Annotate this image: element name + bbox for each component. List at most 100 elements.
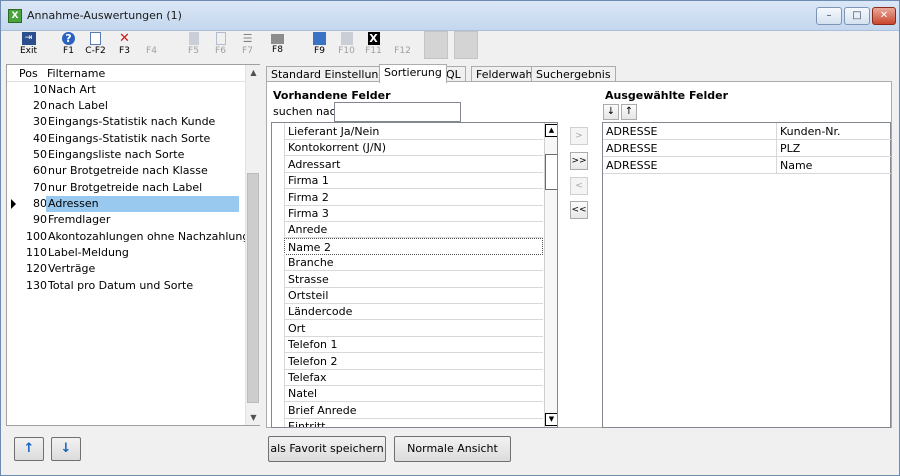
- toolbar-empty-slot: [424, 31, 448, 59]
- available-fields-scrollbar[interactable]: ▲ ▼: [544, 123, 557, 427]
- filter-row[interactable]: 90 Fremdlager: [7, 212, 247, 228]
- field-item[interactable]: Brief Anrede: [284, 402, 543, 419]
- scroll-down-arrow-icon[interactable]: ▼: [545, 413, 557, 426]
- screen-icon: [313, 32, 326, 45]
- available-fields-heading: Vorhandene Felder: [273, 89, 391, 102]
- field-item[interactable]: Kontokorrent (J/N): [284, 139, 543, 156]
- filter-row[interactable]: 60 nur Brotgetreide nach Klasse: [7, 163, 247, 179]
- move-filter-down-button[interactable]: ↓: [51, 437, 81, 461]
- cf2-new-button[interactable]: C-F2: [83, 31, 108, 59]
- filter-row[interactable]: 100 Akontozahlungen ohne Nachzahlung: [7, 229, 249, 245]
- f3-delete-button[interactable]: ✕ F3: [112, 31, 137, 59]
- filter-row[interactable]: 20 nach Label: [7, 98, 247, 114]
- save-favorite-button[interactable]: als Favorit speichern: [268, 436, 386, 462]
- field-item[interactable]: Telefax: [284, 369, 543, 386]
- field-item[interactable]: Telefon 2: [284, 353, 543, 370]
- current-row-marker-icon: [11, 199, 16, 209]
- remove-field-button[interactable]: <: [570, 177, 588, 195]
- window-title: Annahme-Auswertungen (1): [27, 9, 182, 22]
- selected-field-row[interactable]: ADRESSE PLZ: [603, 140, 891, 157]
- field-item[interactable]: Ortsteil: [284, 287, 543, 304]
- new-document-icon: [90, 32, 101, 45]
- f8-print-button[interactable]: F8: [265, 31, 290, 59]
- selected-field-row[interactable]: ADRESSE Name: [603, 157, 891, 174]
- f4-button[interactable]: F4: [139, 31, 164, 59]
- filter-row[interactable]: 10 Nach Art: [7, 82, 247, 98]
- f10-export-button[interactable]: F10: [334, 31, 359, 59]
- field-item[interactable]: Firma 3: [284, 205, 543, 222]
- filter-row[interactable]: 110 Label-Meldung: [7, 245, 247, 261]
- hand-icon: [188, 32, 199, 45]
- field-item[interactable]: Ländercode: [284, 303, 543, 320]
- field-item-focused[interactable]: Name 2: [284, 238, 543, 255]
- add-field-button[interactable]: >: [570, 127, 588, 145]
- sortierung-panel: Vorhandene Felder suchen nach: Lieferant…: [266, 81, 892, 428]
- field-item[interactable]: Ort: [284, 320, 543, 337]
- field-item[interactable]: Firma 1: [284, 172, 543, 189]
- filter-row-selected[interactable]: 80 Adressen: [7, 196, 247, 212]
- f1-help-button[interactable]: ? F1: [56, 31, 81, 59]
- scroll-thumb[interactable]: [545, 154, 557, 190]
- filter-row[interactable]: 50 Eingangsliste nach Sorte: [7, 147, 247, 163]
- scroll-thumb[interactable]: [247, 173, 259, 403]
- scroll-down-arrow-icon[interactable]: ▼: [246, 410, 261, 425]
- tab-sortierung[interactable]: Sortierung: [379, 64, 447, 83]
- export-icon: [340, 32, 353, 45]
- scroll-up-arrow-icon[interactable]: ▲: [545, 124, 557, 137]
- print-icon: [271, 34, 284, 44]
- footer-bar: ↑ ↓ als Favorit speichern Normale Ansich…: [1, 429, 899, 475]
- toolbar-empty-slot: [454, 31, 478, 59]
- blank-icon: [396, 32, 410, 45]
- move-filter-up-button[interactable]: ↑: [14, 437, 44, 461]
- field-item[interactable]: Branche: [284, 254, 543, 271]
- filter-row[interactable]: 30 Eingangs-Statistik nach Kunde: [7, 114, 247, 130]
- remove-all-fields-button[interactable]: <<: [570, 201, 588, 219]
- field-item[interactable]: Eintritt: [284, 418, 543, 427]
- field-item[interactable]: Firma 2: [284, 189, 543, 206]
- normal-view-button[interactable]: Normale Ansicht: [394, 436, 511, 462]
- exit-button[interactable]: ⇥ Exit: [16, 31, 41, 59]
- filter-list[interactable]: Pos Filtername 10 Nach Art 20 nach Label 3…: [6, 64, 260, 426]
- app-logo-icon: X: [8, 9, 22, 23]
- search-input[interactable]: [334, 102, 461, 122]
- filter-row[interactable]: 120 Verträge: [7, 261, 247, 277]
- minimize-button[interactable]: –: [816, 7, 842, 25]
- selected-fields-heading: Ausgewählte Felder: [605, 89, 729, 102]
- filter-row[interactable]: 40 Eingangs-Statistik nach Sorte: [7, 131, 247, 147]
- delete-icon: ✕: [119, 31, 130, 46]
- add-all-fields-button[interactable]: >>: [570, 152, 588, 170]
- help-icon: ?: [62, 32, 75, 45]
- list-icon: ☰: [242, 32, 253, 45]
- f5-button[interactable]: F5: [181, 31, 206, 59]
- field-item[interactable]: Telefon 1: [284, 336, 543, 353]
- field-item[interactable]: Lieferant Ja/Nein: [284, 123, 543, 140]
- title-bar: X Annahme-Auswertungen (1) – □ ✕: [1, 1, 899, 31]
- f12-button[interactable]: F12: [390, 31, 415, 59]
- selected-field-row[interactable]: ADRESSE Kunden-Nr.: [603, 123, 891, 140]
- blank-icon: [145, 32, 159, 45]
- filter-row[interactable]: 70 nur Brotgetreide nach Label: [7, 180, 247, 196]
- field-item[interactable]: Natel: [284, 385, 543, 402]
- move-up-button[interactable]: ↑: [621, 104, 637, 120]
- f11-excel-button[interactable]: X F11: [361, 31, 386, 59]
- tab-suchergebnis[interactable]: Suchergebnis: [531, 66, 616, 82]
- f6-copy-button[interactable]: F6: [208, 31, 233, 59]
- close-button[interactable]: ✕: [872, 7, 896, 25]
- f7-list-button[interactable]: ☰ F7: [235, 31, 260, 59]
- column-header-filtername[interactable]: Filtername: [47, 67, 105, 80]
- door-exit-icon: ⇥: [21, 32, 36, 45]
- column-header-pos[interactable]: Pos: [19, 67, 38, 80]
- f9-screen-button[interactable]: F9: [307, 31, 332, 59]
- available-fields-list[interactable]: Lieferant Ja/Nein Kontokorrent (J/N) Adr…: [271, 122, 558, 428]
- filter-list-scrollbar[interactable]: ▲ ▼: [245, 65, 260, 425]
- selected-fields-grid[interactable]: ADRESSE Kunden-Nr. ADRESSE PLZ ADRESSE Name: [602, 122, 891, 428]
- move-down-button[interactable]: ↓: [603, 104, 619, 120]
- filter-list-header: Pos Filtername: [7, 65, 247, 82]
- maximize-button[interactable]: □: [844, 7, 870, 25]
- field-item[interactable]: Strasse: [284, 271, 543, 288]
- scroll-up-arrow-icon[interactable]: ▲: [246, 65, 261, 80]
- filter-row[interactable]: 130 Total pro Datum und Sorte: [7, 278, 247, 294]
- excel-icon: X: [367, 32, 380, 45]
- field-item[interactable]: Anrede: [284, 221, 543, 238]
- field-item[interactable]: Adressart: [284, 156, 543, 173]
